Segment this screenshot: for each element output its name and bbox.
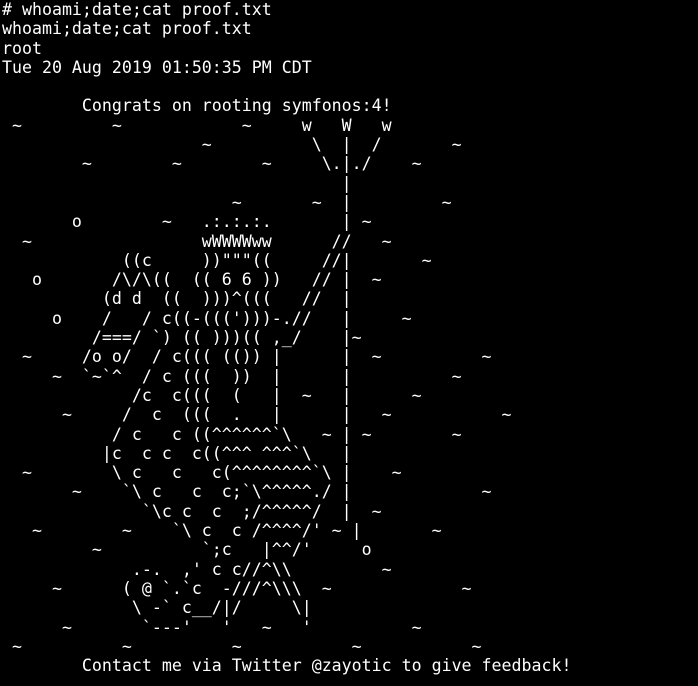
terminal-line: ~ ( @ `.`c -///^\\\ ~ ~ (2, 578, 472, 598)
terminal-line: `\c c c ;/^^^^^/ | ~ (2, 501, 382, 521)
terminal-line: ~ ~ `\ c c /^^^^/' ~ | ~ (2, 521, 442, 541)
terminal-line: ~ `;c |^^/' o (2, 540, 372, 560)
terminal-window[interactable]: # whoami;date;cat proof.txt whoami;date;c… (2, 0, 698, 686)
terminal-line: o /\/\(( (( 6 6 )) // | ~ (2, 270, 382, 290)
terminal-line: ~ `\ c c c;`\^^^^^./ | ~ (2, 482, 492, 502)
terminal-line: ~ ~ ~ \.|./ ~ (2, 154, 422, 174)
terminal-line: ~ / c ((( . | | ~ ~ (2, 405, 512, 425)
terminal-line: ~ `~`^ / c ((( )) | | ~ (2, 366, 462, 386)
terminal-line: Contact me via Twitter @zayotic to give … (2, 656, 572, 676)
terminal-line: / c c ((^^^^^^`\ ~ | ~ ~ (2, 424, 462, 444)
terminal-line: /===/ `) (( )))(( ,_/ |~ (2, 328, 362, 348)
terminal-line: o ~ .:.:.:. | ~ (2, 212, 372, 232)
terminal-line: ~ wWWWWww // ~ (2, 231, 392, 251)
terminal-line: Congrats on rooting symfonos:4! (2, 96, 392, 116)
terminal-line: root (2, 38, 42, 58)
terminal-line: | (2, 173, 352, 193)
command-prompt-line: # whoami;date;cat proof.txt (2, 0, 272, 19)
terminal-line: ~ ~ ~ w W w (2, 115, 392, 135)
terminal-line: ~ /o o/ / c((( (()) | | ~ ~ (2, 347, 492, 367)
terminal-line: ((c ))"""(( //| ~ (2, 250, 432, 270)
terminal-line: ~ \ | / ~ (2, 135, 462, 155)
terminal-line: ~ ~ | ~ (2, 192, 452, 212)
terminal-line: ~ \ c c c(^^^^^^^^`\ | ~ (2, 463, 402, 483)
terminal-output: # whoami;date;cat proof.txt whoami;date;c… (2, 0, 698, 675)
terminal-line: .-. ,' c c//^\\ ~ (2, 559, 392, 579)
terminal-line: Tue 20 Aug 2019 01:50:35 PM CDT (2, 57, 312, 77)
terminal-line: ~ ~ ~ ~ ~ (2, 636, 482, 656)
terminal-line: /c c((( ( | ~ | ~ (2, 385, 422, 405)
terminal-line: |c c c c((^^^ ^^^`\ | (2, 443, 352, 463)
terminal-line: whoami;date;cat proof.txt (2, 19, 252, 39)
terminal-line: \ -` c__/|/ \| (2, 598, 312, 618)
terminal-line: ~ `---' ' ~ ' ~ (2, 617, 422, 637)
terminal-line: (d d (( )))^((( // | (2, 289, 352, 309)
terminal-line: o / / c((-(((')))-.// | ~ (2, 308, 412, 328)
